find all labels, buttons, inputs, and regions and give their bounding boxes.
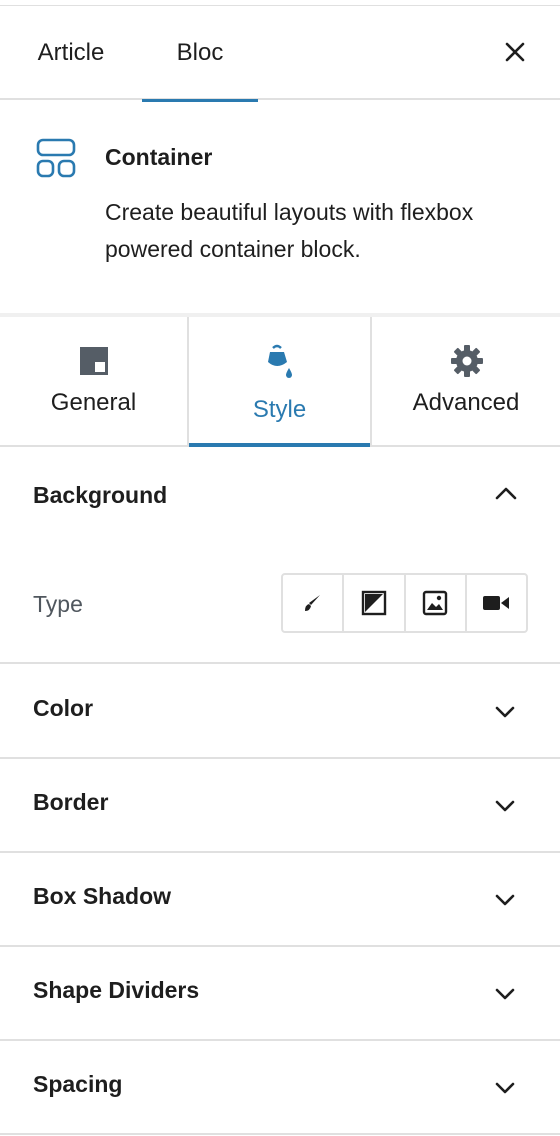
tab-style[interactable]: Style <box>187 317 372 447</box>
video-icon[interactable] <box>467 575 526 631</box>
background-type-label: Type <box>33 591 83 617</box>
box-shadow-panel-title: Box Shadow <box>33 883 172 909</box>
color-panel[interactable]: Color <box>0 665 560 759</box>
tab-general-label: General <box>50 389 137 416</box>
gradient-icon[interactable] <box>344 575 406 631</box>
container-layout-icon <box>36 138 76 178</box>
tab-bloc[interactable]: Bloc <box>142 6 258 102</box>
brush-icon[interactable] <box>283 575 345 631</box>
shape-dividers-panel-title: Shape Dividers <box>33 977 200 1003</box>
close-icon[interactable] <box>500 37 530 67</box>
color-panel-title: Color <box>33 695 94 721</box>
image-icon[interactable] <box>406 575 467 631</box>
block-title: Container <box>105 144 213 170</box>
chevron-down-icon <box>495 706 515 718</box>
box-shadow-panel[interactable]: Box Shadow <box>0 853 560 947</box>
block-description: Create beautiful layouts with flexbox po… <box>105 199 474 262</box>
tab-article[interactable]: Article <box>0 6 142 100</box>
shape-dividers-panel[interactable]: Shape Dividers <box>0 947 560 1041</box>
background-type-selector <box>281 573 528 633</box>
background-panel-title[interactable]: Background <box>33 482 167 509</box>
inspector-tabs: General Style Advanced <box>0 317 560 447</box>
chevron-down-icon <box>495 988 515 1000</box>
chevron-down-icon <box>495 800 515 812</box>
tab-style-label: Style <box>252 396 307 423</box>
chevron-up-icon[interactable] <box>495 486 517 500</box>
tab-advanced[interactable]: Advanced <box>372 317 560 445</box>
tab-advanced-label: Advanced <box>412 389 520 416</box>
tab-general[interactable]: General <box>0 317 187 445</box>
border-panel-title: Border <box>33 789 109 815</box>
spacing-panel[interactable]: Spacing <box>0 1041 560 1135</box>
spacing-panel-title: Spacing <box>33 1071 123 1097</box>
border-panel[interactable]: Border <box>0 759 560 853</box>
sidebar-header: Article Bloc <box>0 6 560 102</box>
chevron-down-icon <box>495 894 515 906</box>
chevron-down-icon <box>495 1082 515 1094</box>
paint-bucket-icon <box>264 344 296 378</box>
general-layout-icon <box>78 344 110 378</box>
gear-icon <box>450 344 483 378</box>
